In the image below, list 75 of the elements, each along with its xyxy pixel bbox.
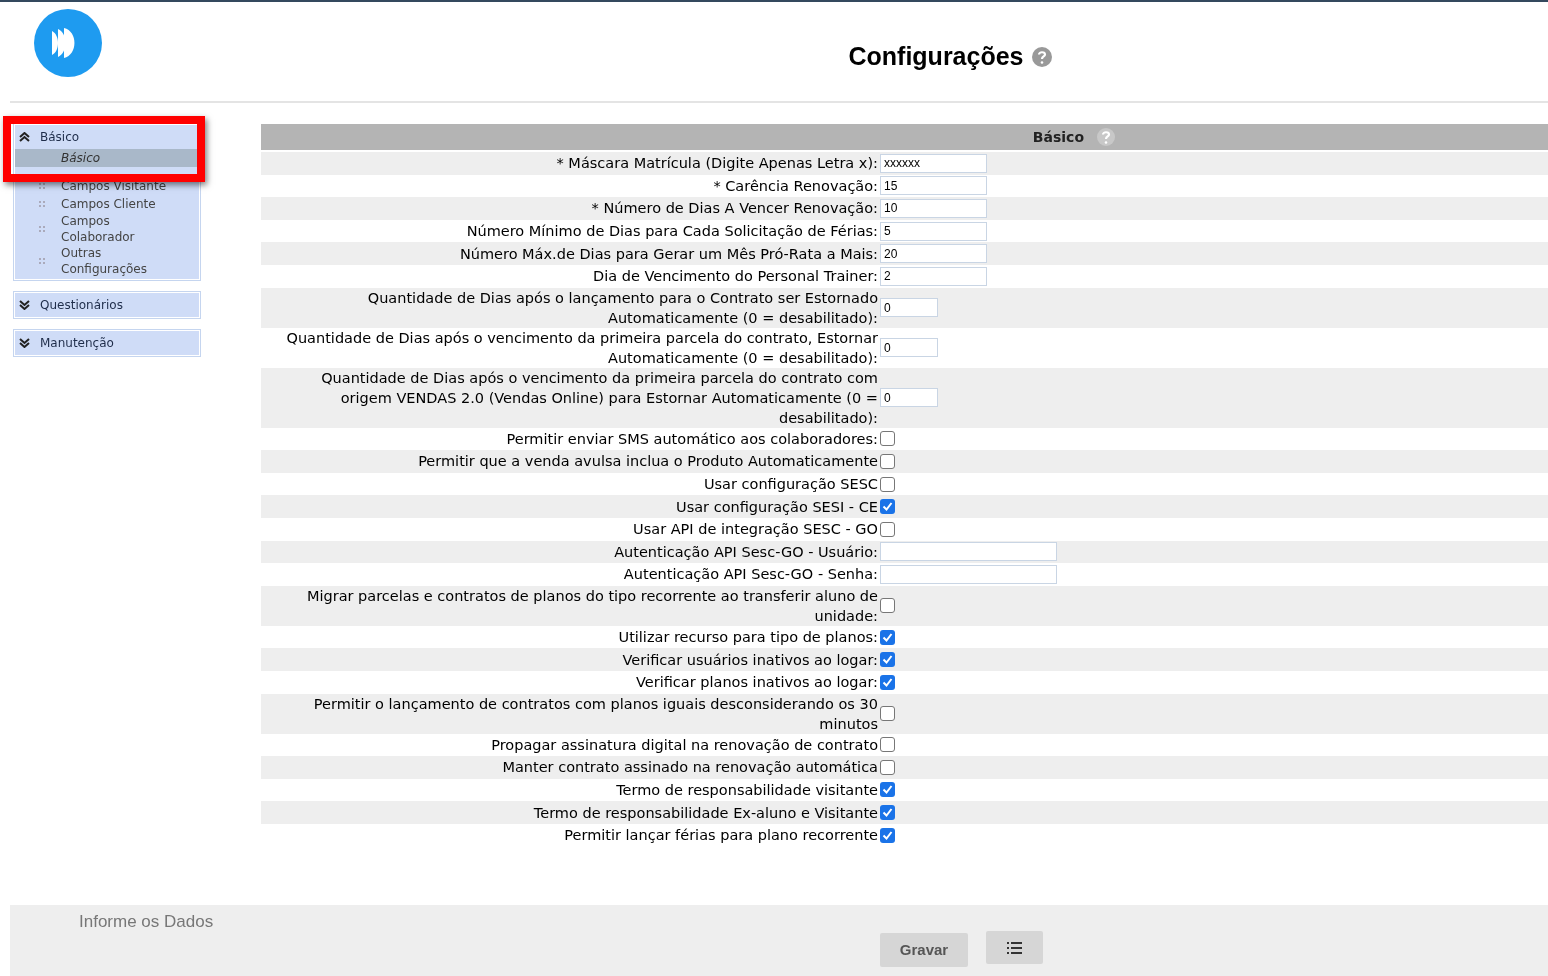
- grip-icon: [39, 201, 45, 207]
- checkbox[interactable]: [880, 827, 895, 843]
- sidebar-item[interactable]: Campos Visitante: [15, 177, 199, 195]
- checkbox[interactable]: [880, 476, 895, 492]
- field-label: Permitir o lançamento de contratos com planos iguais desconsiderando os 30 minutos: [313, 695, 878, 732]
- field-label: Permitir enviar SMS automático aos colaboradores:: [506, 430, 878, 447]
- checkbox[interactable]: [880, 453, 895, 469]
- field-label: Permitir que a venda avulsa inclua o Produto Automaticamente: [418, 453, 878, 470]
- field-label: Propagar assinatura digital na renovação de contrato: [491, 736, 878, 753]
- checkbox[interactable]: [880, 706, 895, 721]
- field-label: Quantidade de Dias após o lançamento para o Contrato ser Estornado Automaticamente (0 = desabilitado):: [367, 289, 878, 326]
- field-label: Quantidade de Dias após o vencimento da primeira parcela do contrato com origem VENDAS 2.0 (Vendas Online) para Estornar Automaticamente (0 = desabilitado):: [321, 369, 878, 426]
- list-button[interactable]: [986, 931, 1043, 964]
- field-label: Verificar usuários inativos ao logar:: [622, 651, 878, 668]
- page-title: Configurações: [848, 41, 1024, 72]
- field-label: Dia de Vencimento do Personal Trainer:: [593, 268, 878, 285]
- chevron-up-icon: [19, 132, 30, 142]
- field-label: Usar configuração SESC: [703, 476, 878, 493]
- text-field[interactable]: [880, 564, 1057, 584]
- sidebar-item[interactable]: Básico: [15, 149, 199, 167]
- sidebar-item[interactable]: Campos Colaborador: [15, 213, 199, 245]
- section-header: Básico: [261, 124, 1548, 150]
- field-label: Autenticação API Sesc-GO - Usuário:: [614, 543, 878, 560]
- checkbox[interactable]: [880, 737, 895, 753]
- checkbox[interactable]: [880, 521, 895, 537]
- field-label: Quantidade de Dias após o vencimento da primeira parcela do contrato, Estornar Automaticamente (0 = desabilitado):: [286, 329, 878, 366]
- sidebar-item[interactable]: Outras Configurações: [15, 245, 199, 277]
- grip-icon: [39, 226, 45, 232]
- checkbox[interactable]: [880, 759, 895, 775]
- sidebar-item[interactable]: Campos Cliente: [15, 195, 199, 213]
- field-label: Manter contrato assinado na renovação automática: [502, 759, 878, 776]
- field-label: Número Mínimo de Dias para Cada Solicitação de Férias:: [466, 223, 878, 240]
- chevron-down-icon: [19, 300, 30, 310]
- text-field[interactable]: [880, 542, 1057, 562]
- field-label: Permitir lançar férias para plano recorrente: [564, 827, 878, 844]
- logo-icon: [34, 9, 102, 77]
- number-field[interactable]: 0: [880, 338, 938, 358]
- text-field[interactable]: 20: [880, 244, 987, 264]
- status-message: Informe os Dados: [79, 911, 214, 933]
- text-field[interactable]: xxxxxx: [880, 153, 987, 173]
- field-label: Verificar planos inativos ao logar:: [636, 674, 878, 691]
- save-button[interactable]: Gravar: [880, 933, 968, 967]
- checkbox[interactable]: [880, 782, 895, 798]
- sidebar-group-header[interactable]: Questionários: [15, 293, 199, 317]
- chevron-down-icon: [19, 338, 30, 348]
- sidebar-group-header[interactable]: Manutenção: [15, 331, 199, 355]
- number-field[interactable]: 0: [880, 388, 938, 408]
- field-label: * Máscara Matrícula (Digite Apenas Letra x):: [556, 155, 878, 172]
- field-label: Usar API de integração SESC - GO: [633, 521, 878, 538]
- field-label: Termo de responsabilidade Ex-aluno e Visitante: [533, 804, 878, 821]
- checkbox[interactable]: [880, 805, 895, 821]
- field-label: Utilizar recurso para tipo de planos:: [618, 629, 878, 645]
- grip-icon: [39, 258, 45, 264]
- grip-icon: [39, 183, 45, 189]
- field-label: * Número de Dias A Vencer Renovação:: [591, 200, 878, 217]
- text-field[interactable]: 2: [880, 266, 987, 286]
- field-label: * Carência Renovação:: [713, 177, 878, 194]
- checkbox[interactable]: [880, 499, 895, 515]
- field-label: Migrar parcelas e contratos de planos do tipo recorrente ao transferir aluno de unidade:: [306, 587, 878, 624]
- list-icon: [1007, 941, 1022, 954]
- number-field[interactable]: 0: [880, 298, 938, 318]
- checkbox[interactable]: [880, 674, 895, 690]
- field-label: Usar configuração SESI - CE: [676, 498, 878, 515]
- checkbox[interactable]: [880, 629, 895, 645]
- text-field[interactable]: 5: [880, 221, 987, 241]
- text-field[interactable]: 10: [880, 199, 987, 218]
- checkbox[interactable]: [880, 652, 895, 668]
- checkbox[interactable]: [880, 598, 895, 614]
- checkbox[interactable]: [880, 431, 895, 447]
- field-label: Autenticação API Sesc-GO - Senha:: [623, 566, 878, 583]
- text-field[interactable]: 15: [880, 176, 987, 196]
- field-label: Termo de responsabilidade visitante: [616, 782, 878, 798]
- help-icon[interactable]: [1031, 46, 1052, 67]
- sidebar-group-header[interactable]: Básico: [15, 125, 199, 149]
- field-label: Número Máx.de Dias para Gerar um Mês Pró-Rata a Mais:: [459, 245, 878, 262]
